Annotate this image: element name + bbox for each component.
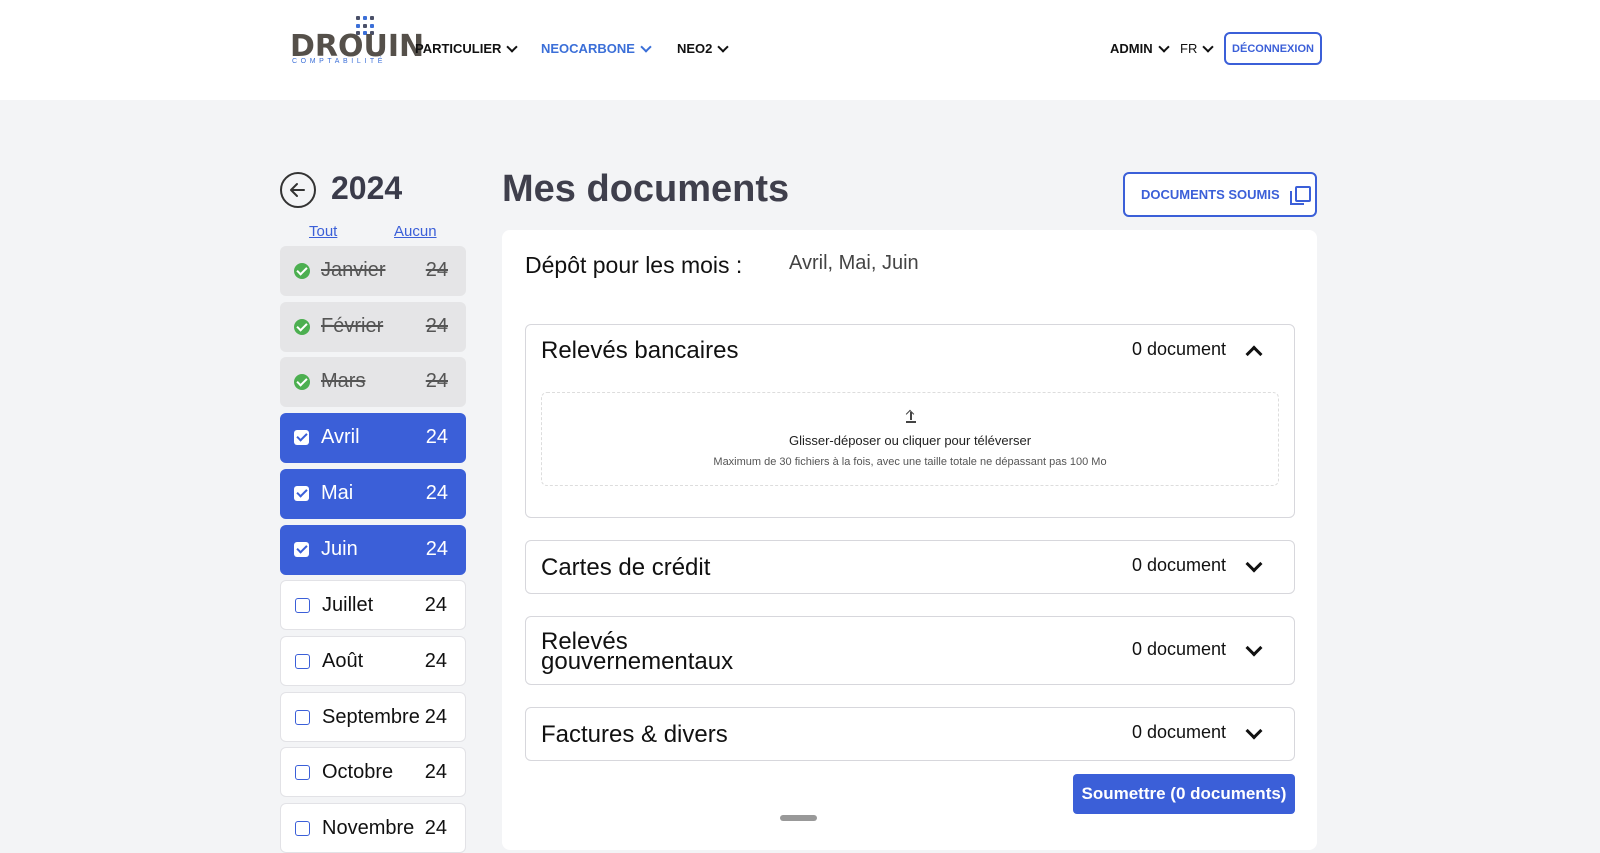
- month-year: 24: [425, 259, 448, 281]
- nav-neocarbone[interactable]: NEOCARBONE: [541, 40, 652, 56]
- month-item[interactable]: Juillet 24: [280, 580, 466, 630]
- section-count: 0 document: [1132, 639, 1227, 659]
- nav-label: NEO2: [677, 41, 713, 56]
- month-name: Avril: [321, 426, 360, 448]
- month-name: Février: [321, 315, 384, 337]
- month-year: 24: [424, 650, 447, 672]
- dropzone-sub-text: Maximum de 30 fichiers à la fois, avec u…: [713, 456, 1107, 468]
- month-item[interactable]: Avril 24: [280, 413, 466, 463]
- select-none-link[interactable]: Aucun: [394, 223, 437, 240]
- upload-icon: [905, 409, 916, 423]
- admin-menu[interactable]: ADMIN: [1110, 40, 1170, 56]
- checkbox-icon[interactable]: [295, 765, 311, 781]
- month-item[interactable]: Août 24: [280, 636, 466, 686]
- section-count: 0 document: [1132, 339, 1227, 359]
- arrow-left-icon: [290, 183, 305, 197]
- month-item[interactable]: Mai 24: [280, 469, 466, 519]
- logo-subtitle: COMPTABILITÉ: [292, 58, 387, 65]
- checkbox-icon[interactable]: [295, 654, 311, 670]
- check-circle-icon: [294, 319, 310, 335]
- checkbox-icon[interactable]: [294, 542, 310, 558]
- month-year: 24: [424, 594, 447, 616]
- nav-label: NEOCARBONE: [541, 41, 635, 56]
- section-title: Factures & divers: [541, 721, 728, 748]
- checkbox-icon[interactable]: [295, 598, 311, 614]
- submit-button[interactable]: Soumettre (0 documents): [1073, 774, 1295, 814]
- language-label: FR: [1180, 41, 1198, 56]
- month-item[interactable]: Janvier 24: [280, 246, 466, 296]
- month-item[interactable]: Mars 24: [280, 357, 466, 407]
- logout-button[interactable]: DÉCONNEXION: [1224, 32, 1322, 65]
- checkbox-icon[interactable]: [295, 821, 311, 837]
- month-name: Mars: [321, 370, 366, 392]
- year-title: 2024: [331, 170, 403, 206]
- check-circle-icon: [294, 374, 310, 390]
- scroll-handle[interactable]: [780, 815, 817, 821]
- month-item[interactable]: Septembre 24: [280, 692, 466, 742]
- month-year: 24: [425, 538, 448, 560]
- month-name: Juillet: [322, 594, 374, 616]
- checkbox-icon[interactable]: [295, 710, 311, 726]
- section-title: Relevés gouvernementaux: [541, 628, 734, 675]
- nav-particulier[interactable]: PARTICULIER: [415, 40, 519, 56]
- month-year: 24: [424, 761, 447, 783]
- depot-months-value: Avril, Mai, Juin: [789, 252, 919, 274]
- chevron-down-icon: [717, 40, 730, 53]
- chevron-down-icon: [506, 40, 519, 53]
- chevron-up-icon[interactable]: [1245, 345, 1263, 363]
- month-year: 24: [425, 482, 448, 504]
- select-all-link[interactable]: Tout: [309, 223, 337, 240]
- month-name: Juin: [321, 538, 358, 560]
- section-cartes-de-credit[interactable]: Cartes de crédit 0 document: [525, 540, 1295, 594]
- checkbox-icon[interactable]: [294, 430, 310, 446]
- month-year: 24: [425, 315, 448, 337]
- chevron-down-icon: [1202, 40, 1215, 53]
- month-item[interactable]: Octobre 24: [280, 747, 466, 797]
- month-name: Septembre: [322, 706, 420, 728]
- submitted-documents-button[interactable]: DOCUMENTS SOUMIS: [1123, 172, 1317, 217]
- language-menu[interactable]: FR: [1180, 40, 1215, 56]
- upload-dropzone[interactable]: Glisser-déposer ou cliquer pour télévers…: [541, 392, 1279, 486]
- month-name: Janvier: [321, 259, 386, 281]
- month-name: Octobre: [322, 761, 394, 783]
- month-year: 24: [424, 706, 447, 728]
- month-item[interactable]: Février 24: [280, 302, 466, 352]
- copy-icon: [1289, 185, 1311, 205]
- check-circle-icon: [294, 263, 310, 279]
- section-count: 0 document: [1132, 555, 1227, 575]
- chevron-down-icon[interactable]: [1245, 555, 1263, 573]
- nav-neo2[interactable]: NEO2: [677, 40, 730, 56]
- chevron-down-icon[interactable]: [1245, 722, 1263, 740]
- admin-label: ADMIN: [1110, 41, 1153, 56]
- chevron-down-icon: [1157, 40, 1170, 53]
- section-releves-bancaires: Relevés bancaires 0 document Glisser-dép…: [525, 324, 1295, 518]
- section-count: 0 document: [1132, 722, 1227, 742]
- checkbox-icon[interactable]: [294, 486, 310, 502]
- nav-label: PARTICULIER: [415, 41, 502, 56]
- section-title: Cartes de crédit: [541, 554, 711, 581]
- top-header: DROUIN COMPTABILITÉ PARTICULIER NEOCARBO…: [0, 0, 1600, 100]
- chevron-down-icon: [640, 40, 652, 53]
- section-title[interactable]: Relevés bancaires: [541, 339, 738, 363]
- section-factures-divers[interactable]: Factures & divers 0 document: [525, 707, 1295, 761]
- section-releves-gouvernementaux[interactable]: Relevés gouvernementaux 0 document: [525, 616, 1295, 685]
- month-item[interactable]: Juin 24: [280, 525, 466, 575]
- page-title: Mes documents: [502, 168, 790, 210]
- month-name: Août: [322, 650, 364, 672]
- month-name: Mai: [321, 482, 354, 504]
- back-year-button[interactable]: [280, 172, 316, 208]
- submitted-documents-label: DOCUMENTS SOUMIS: [1141, 187, 1280, 202]
- month-year: 24: [425, 370, 448, 392]
- month-item[interactable]: Novembre 24: [280, 803, 466, 853]
- drouin-logo[interactable]: DROUIN COMPTABILITÉ: [290, 14, 424, 70]
- depot-label: Dépôt pour les mois :: [525, 252, 743, 278]
- chevron-down-icon[interactable]: [1245, 639, 1263, 657]
- month-year: 24: [425, 426, 448, 448]
- dropzone-main-text: Glisser-déposer ou cliquer pour télévers…: [788, 433, 1032, 448]
